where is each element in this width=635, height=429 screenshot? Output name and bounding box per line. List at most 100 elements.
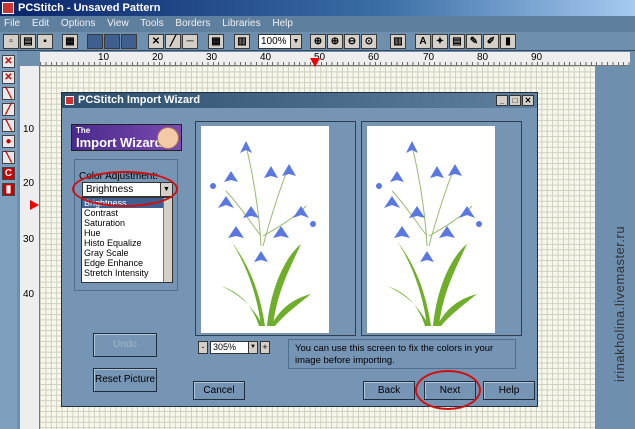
main-toolbar: ▫ ▤ ▪ ▦ ✕ ╱ ─ ▦ ▥ 100% ▼ ⊕ ⊕ ⊖ ⊙ ▥ A ✦ ▤… [0,32,635,51]
ruler-label: 30 [23,234,35,245]
menu-options[interactable]: Options [61,18,95,29]
ruler-label: 20 [152,52,164,63]
preview-zoom-value: 305% [213,342,237,352]
zoom-minus-button[interactable]: - [198,341,208,354]
option-edge-enhance[interactable]: Edge Enhance [82,258,172,268]
wizard-icon [65,96,74,105]
watermark-text: irinakholina.livemaster.ru [612,225,627,382]
grid-icon[interactable]: ▦ [208,34,224,49]
view-mode-3-icon[interactable] [121,34,137,49]
symbol-icon[interactable]: ✦ [432,34,448,49]
menu-tools[interactable]: Tools [140,18,163,29]
ruler-label: 70 [423,52,435,63]
dropdown-scrollbar[interactable] [163,198,172,282]
ruler-label: 80 [477,52,489,63]
print-icon[interactable]: ▦ [62,34,78,49]
maximize-icon[interactable]: □ [509,95,521,106]
cursor-position-marker-top [310,58,320,67]
bluebell-flowers-image [210,141,316,326]
ruler-label: 30 [206,52,218,63]
preview-zoom-select[interactable]: 305% ▼ [210,341,258,354]
menu-libraries[interactable]: Libraries [222,18,260,29]
open-folder-icon[interactable]: ▤ [20,34,36,49]
back-button[interactable]: Back [363,381,415,400]
save-icon[interactable]: ▪ [37,34,53,49]
stitch-color-icon[interactable]: ▮ [500,34,516,49]
logo-small-text: The [76,126,91,135]
pencil-icon[interactable]: ✐ [483,34,499,49]
undo-button[interactable]: Undo [93,333,157,357]
adjusted-image [367,126,495,333]
highlight-circle-select [72,171,178,207]
zoom-select[interactable]: 100% ▼ [258,34,302,49]
menu-borders[interactable]: Borders [175,18,210,29]
baby-face-image [157,127,179,149]
chevron-down-icon: ▼ [290,35,301,48]
option-gray-scale[interactable]: Gray Scale [82,248,172,258]
full-stitch-icon[interactable]: ✕ [148,34,164,49]
dialog-title: PCStitch Import Wizard [78,94,201,106]
color-select-icon[interactable]: ▥ [390,34,406,49]
palette-icon[interactable]: ▥ [234,34,250,49]
half-cross-tool-icon[interactable]: ✕ [2,71,15,84]
adjusted-preview [361,121,522,336]
ruler-label: 40 [260,52,272,63]
original-preview [195,121,356,336]
three-quarter-tool-icon[interactable]: ╱ [2,103,15,116]
highlight-circle-next [415,370,481,410]
french-knot-tool-icon[interactable]: ● [2,135,15,148]
cancel-button[interactable]: Cancel [193,381,245,400]
ruler-label: 10 [98,52,110,63]
menu-edit[interactable]: Edit [32,18,49,29]
menu-view[interactable]: View [107,18,129,29]
cursor-position-marker-left [30,200,39,210]
ruler-label: 20 [23,178,35,189]
option-hue[interactable]: Hue [82,228,172,238]
full-cross-tool-icon[interactable]: ✕ [2,55,15,68]
fill-icon[interactable]: ▤ [449,34,465,49]
backstitch-tool-icon[interactable]: ╲ [2,119,15,132]
dialog-titlebar: PCStitch Import Wizard _ □ ✕ [62,93,537,108]
custom-stitch-tool-icon[interactable]: C [2,167,15,180]
left-toolbar: ✕ ✕ ╲ ╱ ╲ ● ╲ C ▮ [0,51,17,429]
import-wizard-dialog: PCStitch Import Wizard _ □ ✕ The Import … [61,92,538,410]
option-stretch-intensity[interactable]: Stretch Intensity [82,268,172,278]
menu-help[interactable]: Help [272,18,293,29]
option-contrast[interactable]: Contrast [82,208,172,218]
zoom-out-icon[interactable]: ⊖ [344,34,360,49]
minimize-icon[interactable]: _ [496,95,508,106]
option-histo-equalize[interactable]: Histo Equalize [82,238,172,248]
zoom-in-icon[interactable]: ⊕ [310,34,326,49]
option-saturation[interactable]: Saturation [82,218,172,228]
reset-picture-button[interactable]: Reset Picture [93,368,157,392]
import-wizard-logo: The Import Wizard [71,124,182,151]
dropper-icon[interactable]: ✎ [466,34,482,49]
app-titlebar: PCStitch - Unsaved Pattern [0,0,635,16]
specialty-tool-icon[interactable]: ▮ [2,183,15,196]
text-icon[interactable]: A [415,34,431,49]
preview-zoom-control: - 305% ▼ + [198,341,284,355]
zoom-plus-button[interactable]: + [260,341,270,354]
chevron-down-icon: ▼ [248,342,257,353]
view-mode-1-icon[interactable] [87,34,103,49]
view-mode-2-icon[interactable] [104,34,120,49]
quarter-stitch-tool-icon[interactable]: ╲ [2,87,15,100]
ruler-label: 40 [23,289,35,300]
app-icon [2,2,14,14]
close-icon[interactable]: ✕ [522,95,534,106]
line-icon[interactable]: ─ [182,34,198,49]
new-file-icon[interactable]: ▫ [3,34,19,49]
help-button[interactable]: Help [483,381,535,400]
zoom-fit-icon[interactable]: ⊙ [361,34,377,49]
top-ruler: 10 20 30 40 50 60 70 80 90 [40,52,630,66]
logo-big-text: Import Wizard [76,135,163,150]
bead-tool-icon[interactable]: ╲ [2,151,15,164]
menu-file[interactable]: File [4,18,20,29]
info-message: You can use this screen to fix the color… [288,339,516,369]
menubar: File Edit Options View Tools Borders Lib… [0,16,635,32]
original-image [201,126,329,333]
zoom-plus-icon[interactable]: ⊕ [327,34,343,49]
app-title: PCStitch - Unsaved Pattern [18,2,161,14]
backstitch-icon[interactable]: ╱ [165,34,181,49]
left-ruler: 10 20 30 40 [20,66,40,429]
